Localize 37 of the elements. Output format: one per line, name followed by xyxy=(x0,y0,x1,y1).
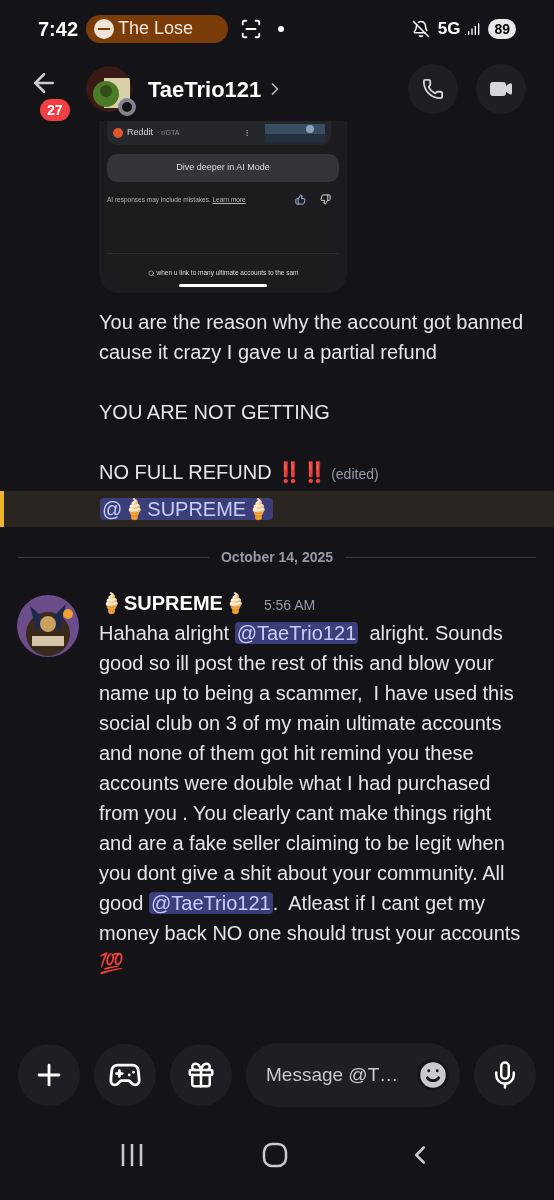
edited-label: (edited) xyxy=(331,466,379,482)
home-icon[interactable] xyxy=(262,1142,288,1168)
unread-badge: 27 xyxy=(40,99,70,121)
call-button[interactable] xyxy=(408,64,458,114)
gift-icon xyxy=(186,1060,216,1090)
thumbs-down-icon[interactable] xyxy=(320,194,331,205)
timestamp: 5:56 AM xyxy=(263,596,316,615)
message-text: YOU ARE NOT GETTING xyxy=(99,400,331,425)
mute-icon xyxy=(411,19,430,38)
message-text: You are the reason why the account got banned cause it crazy I gave u a partial refund xyxy=(99,310,525,365)
mention[interactable]: @TaeTrio121 xyxy=(234,622,359,644)
source-name: Reddit xyxy=(127,126,153,140)
ai-mode-button[interactable]: Dive deeper in AI Mode xyxy=(107,154,339,182)
battery-indicator: 89 xyxy=(488,18,516,39)
message-text: NO FULL REFUND ‼‼ (edited) xyxy=(99,460,380,485)
mention[interactable]: @TaeTrio121 xyxy=(149,892,273,914)
avatar xyxy=(16,594,80,658)
thumbs-up-icon[interactable] xyxy=(295,194,306,205)
phone-icon xyxy=(422,78,444,100)
message-text: Hahaha alright @TaeTrio121 alright. Sounds good so ill post the rest of this and blow your name up to being a scammer, I have used this social club on 3 of my main ultimate accounts and none of them got hit remind you these accounts were double what I had purchased from you . You clearly cant make things right and are a fake seller claiming to be legit when you dont give a shit about your community. All good @TaeTrio121. Atleast if I cant get my money back NO one should trust your accounts 💯 xyxy=(99,621,522,976)
date-divider: October 14, 2025 xyxy=(220,548,334,567)
media-pill[interactable]: The Lose xyxy=(86,14,229,43)
contact-name[interactable]: TaeTrio121 xyxy=(148,72,286,106)
status-time: 7:42 xyxy=(38,16,79,42)
media-title: The Lose xyxy=(118,17,194,40)
mention[interactable]: @🍦SUPREME🍦 xyxy=(100,498,274,520)
network-label: 5G xyxy=(437,17,461,40)
signal-icon xyxy=(464,20,481,37)
video-button[interactable] xyxy=(476,64,526,114)
more-icon xyxy=(243,129,251,137)
search-icon xyxy=(147,269,155,277)
screenshot-icon xyxy=(240,17,263,40)
avatar xyxy=(86,66,132,112)
author-name[interactable]: 🍦SUPREME🍦 xyxy=(99,588,248,618)
message-input[interactable]: Message @T… xyxy=(266,1060,416,1090)
message-field[interactable]: Message @T… xyxy=(246,1043,460,1107)
emoji-icon[interactable] xyxy=(416,1058,450,1092)
